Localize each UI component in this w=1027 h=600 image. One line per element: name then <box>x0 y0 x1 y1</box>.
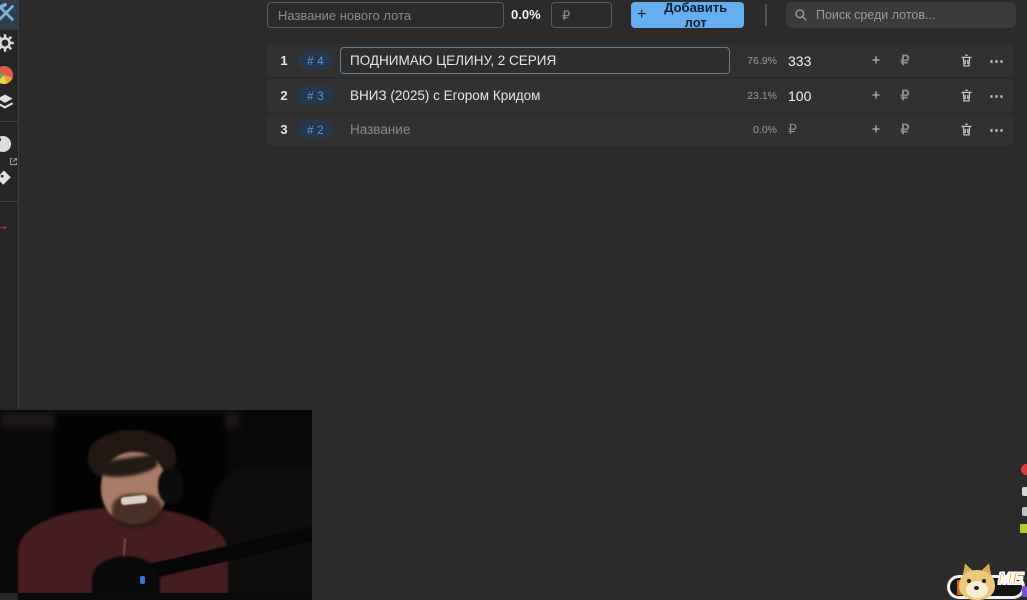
add-amount-button[interactable]: + <box>863 79 889 112</box>
add-amount-button[interactable]: + <box>863 113 889 146</box>
doge-eye <box>967 579 971 583</box>
sidebar-item-logout[interactable]: → <box>0 211 18 239</box>
doge-icon <box>958 561 996 600</box>
lot-amount[interactable]: ₽ <box>788 113 848 146</box>
sidebar-item-settings[interactable] <box>0 31 18 59</box>
lot-percent: 23.1% <box>747 89 777 102</box>
trash-icon <box>959 53 974 68</box>
hammer-icon <box>0 2 17 29</box>
doge-nose <box>974 586 979 590</box>
trash-icon <box>959 122 974 137</box>
trash-button[interactable] <box>953 79 979 112</box>
lot-title-input[interactable] <box>340 82 730 109</box>
lot-percent: 0.0% <box>753 123 777 136</box>
lot-amount[interactable]: 333 <box>788 44 848 77</box>
lot-title-input[interactable] <box>340 47 730 74</box>
new-lot-name-input[interactable] <box>267 2 504 28</box>
logout-arrow-icon: → <box>0 217 9 233</box>
search-icon <box>794 8 808 22</box>
plus-icon: + <box>637 6 647 23</box>
lot-row: 3 # 2 0.0% ₽ + ₽ ⋯ <box>267 113 1013 146</box>
lot-position: 2 <box>280 88 288 103</box>
meme-text: ME <box>997 568 1024 589</box>
lot-percent: 76.9% <box>747 54 777 67</box>
edge-emote-fragment <box>1020 524 1027 533</box>
topbar-divider <box>765 4 767 26</box>
new-lot-amount-input[interactable] <box>551 2 612 28</box>
sidebar-divider <box>0 121 18 122</box>
more-options-button[interactable]: ⋯ <box>984 113 1010 146</box>
edge-emote-fragment <box>1021 464 1027 475</box>
mic-led <box>140 576 145 584</box>
more-options-button[interactable]: ⋯ <box>984 79 1010 112</box>
tag-icon <box>0 169 13 192</box>
mic-shock-mount <box>92 556 160 593</box>
doge-eye <box>982 579 986 583</box>
lot-row: 1 # 4 76.9% 333 + ₽ ⋯ <box>267 44 1013 77</box>
edge-emote-fragment <box>1022 507 1027 516</box>
trash-button[interactable] <box>953 113 979 146</box>
help-icon: ? <box>0 136 11 152</box>
ruble-button[interactable]: ₽ <box>892 79 918 112</box>
headphones <box>158 468 184 504</box>
edge-emote-fragment <box>1022 487 1027 496</box>
doge-meme-overlay: ME <box>945 561 1027 600</box>
sidebar-item-wheel[interactable] <box>0 61 18 89</box>
lot-tag-badge[interactable]: # 2 <box>298 120 333 139</box>
webcam-video <box>0 410 312 593</box>
layers-icon <box>0 92 15 117</box>
auction-app: ? → 0.0% + Добавить лот <box>0 0 1027 600</box>
ruble-button[interactable]: ₽ <box>892 44 918 77</box>
more-options-button[interactable]: ⋯ <box>984 44 1010 77</box>
add-amount-button[interactable]: + <box>863 44 889 77</box>
search-box[interactable] <box>786 2 1016 28</box>
ruble-button[interactable]: ₽ <box>892 113 918 146</box>
trash-icon <box>959 88 974 103</box>
new-lot-percent-label: 0.0% <box>511 7 541 22</box>
trash-button[interactable] <box>953 44 979 77</box>
sidebar-item-auction[interactable] <box>0 0 18 30</box>
add-lot-button-label: Добавить лот <box>664 0 728 30</box>
lot-title-input[interactable] <box>340 116 730 143</box>
lot-row: 2 # 3 23.1% 100 + ₽ ⋯ <box>267 79 1013 112</box>
sidebar-divider <box>0 201 18 202</box>
add-lot-button[interactable]: + Добавить лот <box>631 0 744 30</box>
lot-position: 3 <box>280 122 288 137</box>
edge-emote-fragment <box>1022 586 1027 597</box>
lot-tag-badge[interactable]: # 4 <box>298 51 333 70</box>
lot-position: 1 <box>280 53 288 68</box>
lot-tag-badge[interactable]: # 3 <box>298 86 333 105</box>
webcam-bottom-bar <box>18 593 312 600</box>
search-input[interactable] <box>814 7 1008 23</box>
external-link-icon <box>9 153 18 171</box>
lot-amount[interactable]: 100 <box>788 79 848 112</box>
sidebar-item-stack[interactable] <box>0 90 18 118</box>
wheel-icon <box>0 66 13 84</box>
gear-icon <box>0 33 15 58</box>
